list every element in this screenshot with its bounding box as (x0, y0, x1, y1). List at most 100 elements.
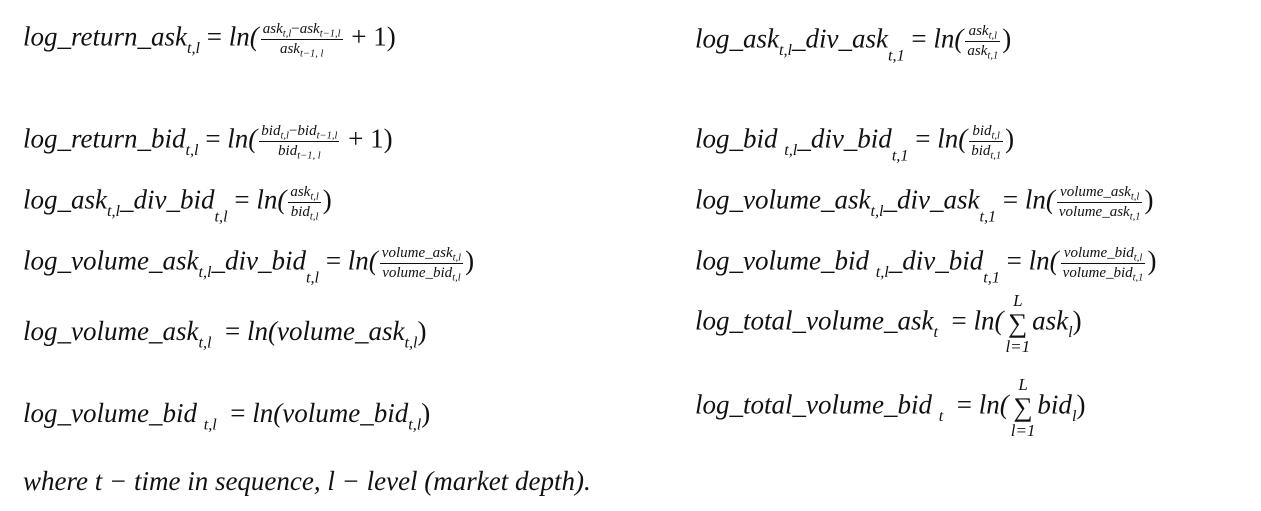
minus-sign: − (291, 21, 300, 37)
equals-sign: = (1002, 184, 1019, 215)
equation-log-volume-bid: log_volume_bid t,l = ln(volume_bidt,l) (23, 398, 430, 433)
equals-sign: = (205, 123, 221, 154)
denominator-term: ask (279, 41, 300, 57)
lhs-part-a: log_volume_ask (695, 184, 871, 215)
equation-log-volume-ask-div-ask: log_volume_askt,l_div_askt,1 = ln(volume… (695, 184, 1153, 225)
fraction: bidt,l−bidt−1,l bidt−1, l (259, 123, 340, 162)
fraction-denominator: askt−1, l (261, 40, 343, 60)
lhs-subscript: t,l (203, 415, 217, 434)
rhs-ln: ln( (937, 123, 968, 154)
denominator-sub: t,l (452, 272, 461, 284)
lhs-subscript: t (938, 406, 944, 425)
lhs-subscript: t (933, 322, 938, 341)
numerator-term-b: ask (299, 21, 320, 37)
denominator-sub: t,1 (1132, 272, 1144, 284)
lhs-part-a-sub: t,l (784, 140, 798, 159)
formula-sheet: log_return_askt,l = ln(askt,l−askt−1,l as… (0, 0, 1261, 511)
rhs-ln: ln( (1028, 245, 1059, 276)
lhs-part-b: _div_bid (797, 123, 892, 154)
lhs-part-a: log_bid (695, 123, 785, 154)
fraction-numerator: bidt,l−bidt−1,l (259, 123, 340, 142)
rhs-tail: ) (1005, 123, 1015, 154)
rhs-ln: ln( (978, 389, 1009, 420)
rhs-tail: ) (322, 184, 332, 215)
summation: L ∑ l=1 (1011, 376, 1036, 439)
rhs-ln: ln( (228, 21, 259, 52)
definition-footnote: where t − time in sequence, l − level (m… (23, 466, 591, 496)
fraction-numerator: bidt,l (969, 123, 1004, 142)
lhs-part-a-sub: t,l (870, 201, 884, 220)
numerator-term: volume_bid (1063, 245, 1134, 261)
fraction: askt,l−askt−1,l askt−1, l (260, 21, 343, 60)
lhs-part-b-sub: t,1 (979, 207, 997, 226)
rhs-tail: ) (417, 316, 427, 346)
lhs-name: log_total_volume_ask (695, 305, 934, 336)
numerator-sub: t,l (310, 191, 319, 203)
fraction-denominator: volume_bidt,1 (1061, 264, 1146, 284)
denominator-term: bid (278, 143, 298, 159)
numerator-sub: t,l (991, 130, 1000, 142)
lhs-part-a-sub: t,l (875, 262, 889, 281)
rhs-ln: ln( (347, 245, 378, 276)
lhs-part-b: _div_ask (883, 184, 980, 215)
summation-upper-limit: L (1013, 291, 1023, 310)
numerator-term-a: ask (262, 21, 283, 37)
fraction-denominator: bidt,1 (969, 142, 1003, 162)
equals-sign: = (951, 305, 967, 336)
lhs-name: log_total_volume_bid (695, 389, 939, 420)
rhs-ln: ln( (973, 305, 1004, 336)
fraction-numerator: volume_bidt,l (1060, 245, 1146, 264)
equation-log-total-volume-bid: log_total_volume_bid t = ln(L ∑ l=1 bidl) (695, 376, 1085, 439)
lhs-part-b-sub: t,1 (891, 146, 909, 165)
equals-sign: = (1006, 245, 1022, 276)
lhs-name: log_return_bid (23, 123, 186, 154)
summation-lower-limit: l=1 (1005, 337, 1031, 356)
fraction-denominator: bidt−1, l (259, 142, 339, 162)
rhs-expression: ln(volume_ask (247, 316, 405, 346)
lhs-part-a-sub: t,l (779, 40, 793, 59)
numerator-sub: t,l (988, 30, 998, 42)
numerator-term-a: bid (261, 123, 281, 139)
lhs-part-a: log_ask (23, 184, 107, 215)
denominator-sub: t−1, l (299, 48, 324, 60)
lhs-part-a: log_volume_bid (695, 245, 876, 276)
equation-log-return-bid: log_return_bidt,l = ln(bidt,l−bidt−1,l bi… (23, 123, 393, 162)
lhs-part-b-sub: t,1 (983, 268, 1000, 287)
lhs-part-a-sub: t,l (198, 262, 212, 281)
denominator-sub: t,1 (987, 50, 999, 62)
equation-log-volume-ask: log_volume_askt,l = ln(volume_askt,l) (23, 316, 427, 351)
denominator-sub: t,1 (990, 150, 1002, 162)
numerator-term: ask (290, 184, 311, 200)
fraction-numerator: volume_askt,l (1056, 184, 1143, 203)
fraction-denominator: askt,1 (965, 42, 1000, 62)
numerator-term: volume_ask (1060, 184, 1131, 200)
denominator-term: ask (967, 43, 988, 59)
equals-sign: = (911, 23, 927, 54)
lhs-part-a: log_ask (695, 23, 779, 54)
lhs-part-b-sub: t,l (214, 207, 228, 226)
equation-log-bid-div-bid: log_bid t,l_div_bidt,1 = ln(bidt,l bidt,1… (695, 123, 1015, 164)
numerator-term: bid (972, 123, 992, 139)
fraction-numerator: volume_askt,l (379, 245, 464, 264)
numerator-term-b-sub: t−1,l (316, 130, 338, 142)
numerator-sub: t,l (1130, 191, 1140, 203)
rhs-subscript: t,l (408, 415, 422, 434)
rhs-tail: + 1) (344, 21, 396, 52)
numerator-term-b: bid (297, 123, 317, 139)
fraction-numerator: askt,l (288, 184, 321, 203)
fraction-denominator: volume_bidt,l (380, 264, 463, 284)
fraction: volume_bidt,l volume_bidt,1 (1060, 245, 1146, 284)
numerator-term: volume_ask (381, 245, 453, 261)
numerator-sub: t,l (1133, 252, 1143, 264)
lhs-part-a-sub: t,l (107, 201, 121, 220)
summation-lower-limit: l=1 (1010, 421, 1036, 440)
denominator-sub: t−1, l (297, 150, 321, 162)
fraction-numerator: askt,l−askt−1,l (260, 21, 343, 40)
numerator-term: ask (968, 23, 989, 39)
summation-sigma-icon: ∑ (1013, 392, 1033, 422)
lhs-part-b: _div_bid (888, 245, 984, 276)
fraction: bidt,l bidt,1 (969, 123, 1004, 162)
summation-upper-limit: L (1018, 375, 1028, 394)
equals-sign: = (230, 398, 246, 428)
rhs-tail: ) (1072, 305, 1082, 336)
